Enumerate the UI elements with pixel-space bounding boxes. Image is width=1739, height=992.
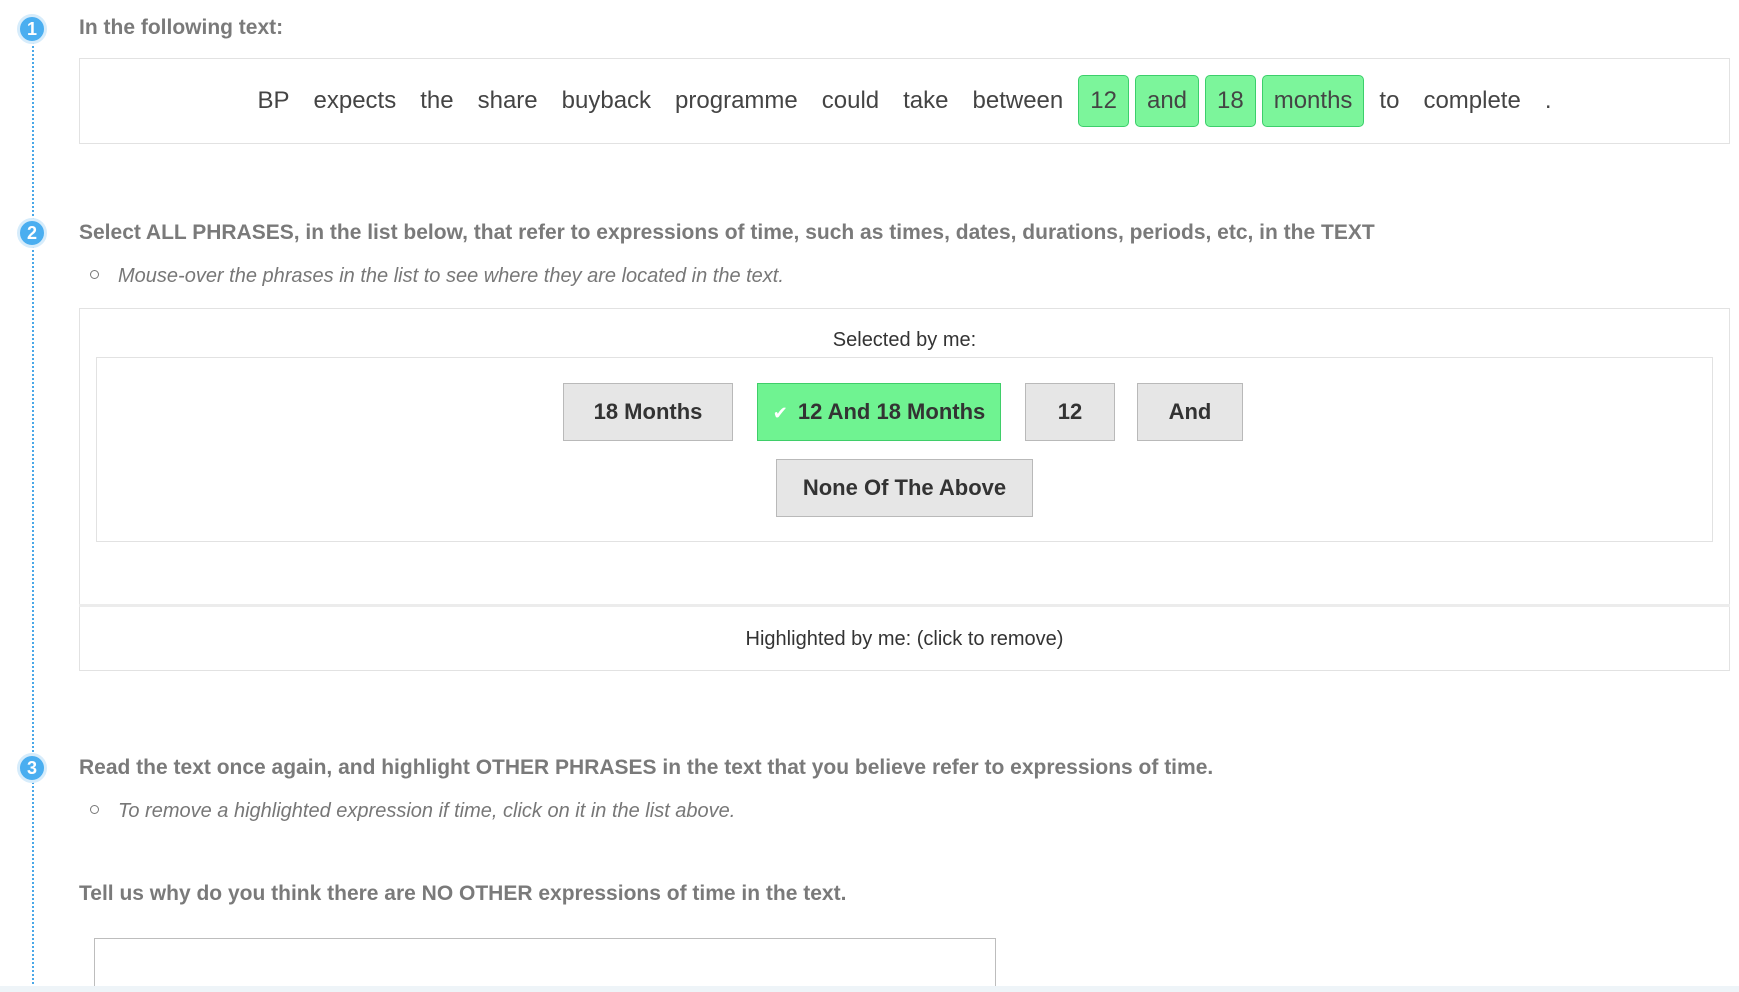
option-label: 12 — [1057, 399, 1083, 424]
step-2-heading: Select ALL PHRASES, in the list below, t… — [79, 221, 1375, 244]
selected-by-me-label: Selected by me: — [832, 329, 977, 351]
option-label: And — [1168, 399, 1212, 424]
phrase-options-box: 18 Months ✔ 12 And 18 Months 12 And None … — [96, 357, 1713, 542]
reason-question: Tell us why do you think there are NO OT… — [79, 882, 847, 905]
step-3-badge: 3 — [17, 753, 47, 783]
step-3-note: To remove a highlighted expression if ti… — [90, 800, 735, 823]
page-bottom-strip — [0, 986, 1739, 992]
text-word[interactable]: share — [466, 75, 550, 127]
text-word[interactable]: the — [408, 75, 465, 127]
text-word-highlighted[interactable]: and — [1134, 75, 1200, 127]
phrase-selection-panel: Selected by me: 18 Months ✔ 12 And 18 Mon… — [79, 308, 1730, 671]
option-label: 18 Months — [593, 399, 703, 424]
option-label: None Of The Above — [802, 475, 1007, 500]
text-word[interactable]: expects — [302, 75, 409, 127]
text-word-highlighted[interactable]: 18 — [1205, 75, 1256, 127]
text-word[interactable]: . — [1533, 75, 1564, 127]
text-word-highlighted[interactable]: 12 — [1078, 75, 1129, 127]
step-3-heading: Read the text once again, and highlight … — [79, 756, 1214, 779]
text-word[interactable]: BP — [246, 75, 302, 127]
reason-input[interactable] — [94, 938, 996, 992]
step-timeline — [32, 34, 34, 992]
text-word-highlighted[interactable]: months — [1261, 75, 1365, 127]
text-word[interactable]: take — [891, 75, 960, 127]
annotation-page: 1 In the following text: BP expects the … — [0, 0, 1739, 992]
option-18-months[interactable]: 18 Months — [563, 383, 733, 441]
highlighted-by-me-label: Highlighted by me: (click to remove) — [745, 628, 1064, 650]
step-2-badge: 2 — [17, 218, 47, 248]
step-1-badge: 1 — [17, 14, 47, 44]
text-word[interactable]: buyback — [550, 75, 663, 127]
text-word[interactable]: programme — [663, 75, 810, 127]
step-2-note: Mouse-over the phrases in the list to se… — [90, 265, 784, 288]
text-word[interactable]: complete — [1411, 75, 1532, 127]
step-1-heading: In the following text: — [79, 16, 284, 39]
option-12-and-18-months[interactable]: ✔ 12 And 18 Months — [757, 383, 1001, 441]
text-word[interactable]: between — [961, 75, 1076, 127]
source-text-box: BP expects the share buyback programme c… — [79, 58, 1730, 144]
check-icon: ✔ — [772, 403, 788, 423]
option-label: 12 And 18 Months — [797, 399, 986, 424]
text-word[interactable]: could — [810, 75, 891, 127]
option-12[interactable]: 12 — [1025, 383, 1115, 441]
highlighted-by-me-area: Highlighted by me: (click to remove) — [79, 604, 1730, 671]
option-and[interactable]: And — [1137, 383, 1243, 441]
text-word[interactable]: to — [1367, 75, 1411, 127]
option-none-of-the-above[interactable]: None Of The Above — [776, 459, 1033, 517]
